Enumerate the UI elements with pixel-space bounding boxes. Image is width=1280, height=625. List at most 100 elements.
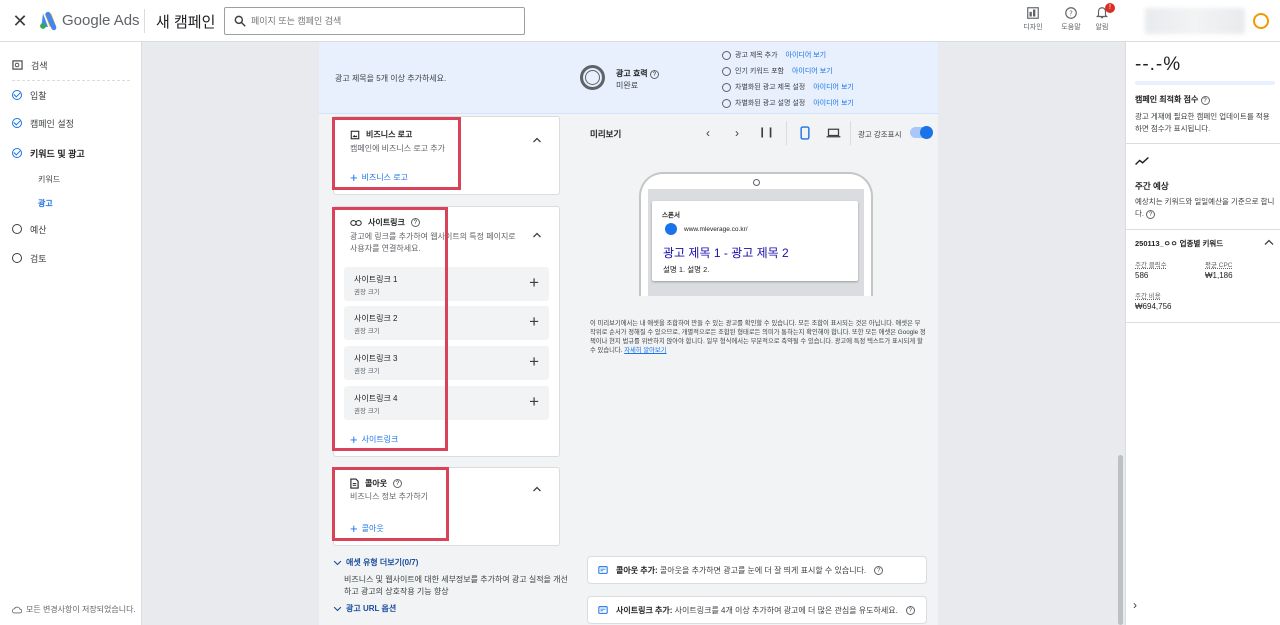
more-asset-types-link[interactable]: 애셋 유형 더보기(0/7) bbox=[333, 557, 418, 568]
search-box[interactable] bbox=[224, 7, 525, 35]
nav-label: 캠페인 설정 bbox=[30, 118, 74, 129]
nav-subitem-keywords[interactable]: 키워드 bbox=[38, 174, 60, 185]
search-input[interactable] bbox=[251, 12, 519, 30]
learn-more-link[interactable]: 자세히 알아보기 bbox=[624, 347, 666, 354]
card-title-text: 사이트링크 bbox=[368, 218, 405, 227]
nav-item-bidding[interactable]: 입찰 bbox=[0, 84, 142, 106]
tip-text: 인기 키워드 포함 bbox=[735, 68, 784, 75]
nav-label: 검색 bbox=[31, 60, 48, 71]
tip-text: 차별화된 광고 제목 설정 bbox=[735, 84, 806, 91]
ad-sponsor-label: 스폰서 bbox=[662, 212, 680, 219]
strength-tip: 광고 제목 추가 아이디어 보기 bbox=[722, 50, 826, 60]
sitelink-sub: 권장 크기 bbox=[354, 368, 380, 375]
check-icon bbox=[12, 118, 22, 128]
sitelink-sub: 권장 크기 bbox=[354, 289, 380, 296]
view-ideas-link[interactable]: 아이디어 보기 bbox=[813, 98, 854, 108]
avatar[interactable] bbox=[1253, 13, 1269, 29]
sitelink-row[interactable]: 사이트링크 2 권장 크기 + bbox=[344, 306, 549, 340]
add-business-logo-button[interactable]: + 비즈니스 로고 bbox=[350, 170, 408, 185]
view-ideas-link[interactable]: 아이디어 보기 bbox=[813, 82, 854, 92]
strength-tip: 차별화된 광고 설명 설정 아이디어 보기 bbox=[722, 98, 854, 108]
sitelink-suggestion-card[interactable]: 사이트링크 추가: 사이트링크를 4개 이상 추가하여 광고에 더 많은 관심을… bbox=[587, 596, 927, 624]
pause-icon[interactable]: ❙❙ bbox=[758, 125, 775, 141]
chevron-up-icon[interactable] bbox=[1263, 237, 1275, 247]
circle-icon bbox=[12, 224, 22, 234]
plus-icon[interactable]: + bbox=[529, 392, 539, 412]
chevron-down-icon bbox=[333, 606, 342, 611]
stat-label: 주간 비용 bbox=[1135, 293, 1161, 300]
strength-tip: 인기 키워드 포함 아이디어 보기 bbox=[722, 66, 833, 76]
callout-suggestion-card[interactable]: 콜아웃 추가: 콜아웃을 추가하면 광고를 눈에 더 잘 띄게 표시할 수 있습… bbox=[587, 556, 927, 584]
next-arrow-icon[interactable]: › bbox=[729, 125, 745, 141]
nav-item-campaign-settings[interactable]: 캠페인 설정 bbox=[0, 112, 142, 134]
sitelink-title: 사이트링크 2 bbox=[354, 314, 398, 323]
add-label: 비즈니스 로고 bbox=[361, 173, 408, 182]
card-title: 콜아웃 ? bbox=[350, 478, 403, 489]
divider bbox=[1125, 322, 1280, 323]
help-icon[interactable]: ? bbox=[649, 70, 659, 79]
nav-item-review[interactable]: 검토 bbox=[0, 247, 142, 269]
prev-arrow-icon[interactable]: ‹ bbox=[700, 125, 716, 141]
plus-icon[interactable]: + bbox=[529, 273, 539, 293]
ad-strength-ring bbox=[580, 65, 605, 90]
globe-icon bbox=[665, 223, 677, 235]
notifications-button[interactable]: 알림 bbox=[1080, 6, 1124, 36]
view-ideas-link[interactable]: 아이디어 보기 bbox=[786, 50, 827, 60]
notification-badge: ! bbox=[1105, 3, 1115, 13]
design-icon bbox=[1027, 7, 1039, 19]
ad-strength-value: 미완료 bbox=[616, 81, 639, 90]
sitelink-sub: 권장 크기 bbox=[354, 408, 380, 415]
help-icon[interactable]: ? bbox=[410, 218, 420, 227]
circle-icon bbox=[722, 98, 731, 108]
chevron-up-icon[interactable] bbox=[531, 134, 543, 146]
scrollbar-thumb[interactable] bbox=[1118, 455, 1123, 625]
chevron-up-icon[interactable] bbox=[531, 483, 543, 495]
sitelink-title: 사이트링크 4 bbox=[354, 394, 398, 403]
google-ads-logo bbox=[40, 11, 57, 31]
nav-item-keywords-ads[interactable]: 키워드 및 광고 bbox=[0, 142, 142, 164]
sitelink-row[interactable]: 사이트링크 4 권장 크기 + bbox=[344, 386, 549, 420]
weekly-estimate-title: 주간 예상 bbox=[1135, 181, 1169, 191]
plus-icon[interactable]: + bbox=[529, 352, 539, 372]
tip-text: 차별화된 광고 설명 설정 bbox=[735, 100, 806, 107]
add-sitelink-button[interactable]: + 사이트링크 bbox=[350, 432, 398, 447]
nav-label: 키워드 및 광고 bbox=[30, 148, 85, 159]
help-icon[interactable]: ? bbox=[905, 605, 915, 615]
nav-subitem-ads[interactable]: 광고 bbox=[38, 198, 53, 209]
mobile-device-icon[interactable] bbox=[800, 126, 810, 140]
help-icon[interactable]: ? bbox=[1200, 96, 1210, 105]
stat-label: 주간 클릭수 bbox=[1135, 262, 1167, 269]
chevron-right-icon[interactable]: › bbox=[1133, 598, 1137, 612]
account-info[interactable] bbox=[1145, 8, 1245, 34]
desktop-device-icon[interactable] bbox=[826, 128, 841, 138]
add-callout-button[interactable]: + 콜아웃 bbox=[350, 521, 384, 536]
help-icon[interactable]: ? bbox=[1146, 210, 1156, 219]
sitelink-row[interactable]: 사이트링크 3 권장 크기 + bbox=[344, 346, 549, 380]
chevron-up-icon[interactable] bbox=[531, 229, 543, 241]
more-asset-types-label: 애셋 유형 더보기(0/7) bbox=[346, 558, 419, 567]
plus-icon[interactable]: + bbox=[529, 312, 539, 332]
ad-description: 설명 1. 설명 2. bbox=[663, 265, 710, 274]
business-logo-card: 비즈니스 로고 캠페인에 비즈니스 로고 추가 + 비즈니스 로고 bbox=[333, 116, 560, 195]
card-title: 사이트링크 ? bbox=[350, 217, 420, 228]
circle-icon bbox=[722, 66, 731, 76]
card-title-text: 비즈니스 로고 bbox=[366, 130, 413, 139]
nav-item-search[interactable]: 검색 bbox=[0, 54, 142, 76]
sitelink-row[interactable]: 사이트링크 1 권장 크기 + bbox=[344, 267, 549, 301]
weekly-estimate-description: 예상치는 키워드와 일일예산을 기준으로 합니다. ? bbox=[1135, 196, 1275, 220]
close-icon[interactable]: ✕ bbox=[10, 11, 30, 31]
highlight-toggle[interactable] bbox=[910, 126, 933, 139]
add-label: 사이트링크 bbox=[361, 435, 399, 444]
ad-url-options-link[interactable]: 광고 URL 옵션 bbox=[333, 603, 396, 614]
sitelink-sub: 권장 크기 bbox=[354, 328, 380, 335]
card-subtitle: 광고에 링크를 추가하여 웹사이트의 특정 페이지로 사용자를 연결하세요. bbox=[350, 232, 516, 253]
help-icon[interactable]: ? bbox=[874, 565, 884, 575]
suggestion-bold: 콜아웃 추가: bbox=[616, 565, 658, 575]
nav-item-budget[interactable]: 예산 bbox=[0, 218, 142, 240]
ad-strength-label-text: 광고 효력 bbox=[616, 69, 648, 78]
view-ideas-link[interactable]: 아이디어 보기 bbox=[792, 66, 833, 76]
suggestion-icon bbox=[598, 606, 608, 614]
divider bbox=[786, 121, 787, 145]
help-icon[interactable]: ? bbox=[393, 479, 403, 488]
save-status: 모든 변경사항이 저장되었습니다. bbox=[12, 604, 136, 615]
